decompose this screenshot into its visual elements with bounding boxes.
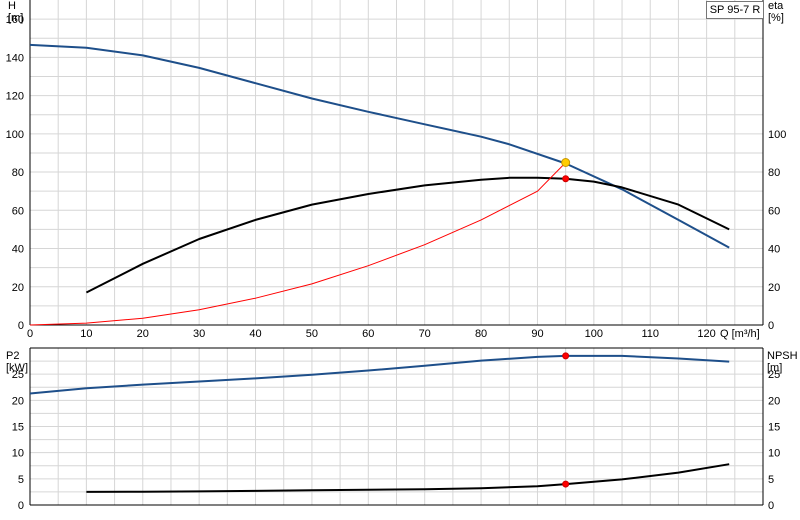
right-y-tick-label: 40 [768,244,780,256]
operating-point-marker [562,480,570,488]
x-tick-label: 110 [641,328,659,340]
right-y-tick-label: 20 [768,282,780,294]
left-y-tick-label: 20 [12,395,24,407]
left-y-tick-label: 140 [6,52,24,64]
right-y-tick-label: 5 [768,474,774,486]
right-y-tick-label: 10 [768,448,780,460]
right-y-tick-label: 100 [768,129,786,141]
pump-model-label: SP 95-7 R [706,1,764,19]
x-axis-label: Q [m³/h] [720,328,760,340]
left-y-tick-label: 0 [18,500,24,512]
bottom-gridlines [30,348,763,505]
right-y-tick-label: 60 [768,205,780,217]
right-y-tick-label: 0 [768,500,774,512]
left-y-tick-label: 5 [18,474,24,486]
x-tick-label: 80 [475,328,487,340]
bottom-right-axis-label: NPSH [m] [767,350,798,374]
x-tick-label: 90 [531,328,543,340]
left-y-tick-label: 0 [18,320,24,332]
right-y-tick-label: 80 [768,167,780,179]
left-y-tick-label: 10 [12,448,24,460]
left-y-tick-label: 20 [12,282,24,294]
right-y-tick-label: 15 [768,422,780,434]
x-tick-label: 100 [585,328,603,340]
top-gridlines [30,0,763,325]
operating-point-marker [561,158,571,167]
x-tick-label: 10 [80,328,92,340]
series-line-0 [29,43,730,249]
pump-curve-chart: 0 10 20 30 40 50 60 70 80 90 100 110 120020406080100… [6,0,798,512]
right-y-tick-label: 20 [768,395,780,407]
x-tick-label: 120 [697,328,715,340]
bottom-left-axis-label: P2 [kW] [6,350,28,374]
x-tick-label: 30 [193,328,205,340]
operating-point-marker [562,175,570,183]
left-y-tick-label: 40 [12,244,24,256]
top-left-axis-label: H [m] [8,0,23,24]
series-line-2 [29,162,567,326]
top-right-axis-label: eta [%] [768,0,784,24]
left-y-tick-label: 60 [12,205,24,217]
bottom-series-lines [29,354,730,493]
operating-point-marker [562,352,570,360]
x-tick-label: 70 [419,328,431,340]
x-tick-label: 50 [306,328,318,340]
left-y-tick-label: 80 [12,167,24,179]
x-tick-label: 60 [362,328,374,340]
left-y-tick-label: 100 [6,129,24,141]
x-tick-label: 0 [27,328,33,340]
left-y-tick-label: 120 [6,91,24,103]
x-tick-label: 20 [137,328,149,340]
top-series-lines [29,43,730,326]
series-line-1 [86,463,730,493]
left-y-tick-label: 15 [12,422,24,434]
x-tick-label: 40 [249,328,261,340]
right-y-tick-label: 0 [768,320,774,332]
